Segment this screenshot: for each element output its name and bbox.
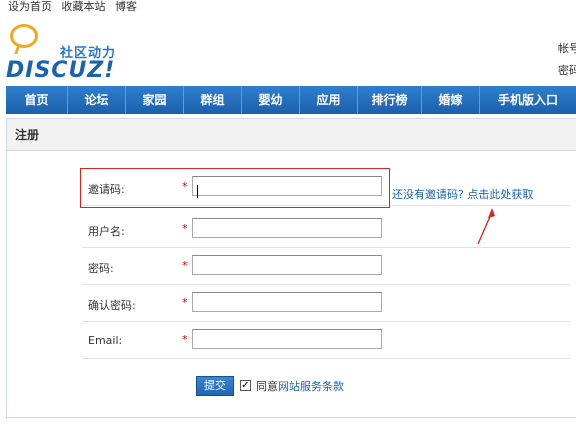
password-input[interactable] bbox=[192, 255, 382, 275]
text-caret bbox=[197, 185, 198, 198]
nav-item-forum[interactable]: 论坛 bbox=[68, 86, 126, 114]
login-labels: 帐号 密码 bbox=[558, 38, 576, 82]
nav-item-apps[interactable]: 应用 bbox=[300, 86, 358, 114]
required-mark: * bbox=[182, 296, 188, 309]
register-page: 设为首页 收藏本站 博客 社区动力 DISCUZ! 帐号 密码 首页 论坛 家园… bbox=[0, 0, 576, 437]
nav-item-home[interactable]: 首页 bbox=[6, 86, 68, 114]
logo-bubble-tail bbox=[14, 44, 26, 54]
bookmark-link[interactable]: 收藏本站 bbox=[62, 0, 106, 13]
terms-link[interactable]: 网站服务条款 bbox=[278, 380, 344, 393]
username-label: 用户名: bbox=[88, 225, 125, 238]
agree-terms-label: 同意网站服务条款 bbox=[256, 378, 344, 394]
required-mark: * bbox=[182, 259, 188, 272]
account-label: 帐号 bbox=[558, 42, 576, 55]
nav-item-mobile[interactable]: 手机版入口 bbox=[480, 86, 576, 114]
nav-item-home-space[interactable]: 家园 bbox=[126, 86, 184, 114]
required-mark: * bbox=[182, 333, 188, 346]
invite-highlight-box bbox=[80, 168, 390, 208]
agree-prefix: 同意 bbox=[256, 380, 278, 393]
red-arrow-icon bbox=[477, 208, 495, 245]
username-input[interactable] bbox=[192, 218, 382, 238]
email-label: Email: bbox=[88, 334, 123, 347]
submit-button[interactable]: 提交 bbox=[196, 376, 234, 396]
form-row-email: Email: * bbox=[82, 323, 570, 359]
email-input[interactable] bbox=[192, 329, 382, 349]
main-nav: 首页 论坛 家园 群组 婴幼 应用 排行榜 婚嫁 手机版入口 bbox=[6, 86, 576, 114]
blog-link[interactable]: 博客 bbox=[115, 0, 137, 13]
nav-item-ranking[interactable]: 排行榜 bbox=[358, 86, 422, 114]
confirm-password-label: 确认密码: bbox=[88, 299, 136, 312]
form-row-password: 密码: * bbox=[82, 249, 570, 285]
confirm-password-input[interactable] bbox=[192, 292, 382, 312]
password-label: 密码 bbox=[558, 64, 576, 77]
nav-item-wedding[interactable]: 婚嫁 bbox=[422, 86, 480, 114]
nav-item-baby[interactable]: 婴幼 bbox=[242, 86, 300, 114]
form-row-confirm-password: 确认密码: * bbox=[82, 286, 570, 322]
panel-title: 注册 bbox=[7, 119, 576, 151]
set-homepage-link[interactable]: 设为首页 bbox=[8, 0, 52, 13]
nav-item-groups[interactable]: 群组 bbox=[184, 86, 242, 114]
site-logo[interactable]: 社区动力 DISCUZ! bbox=[6, 22, 146, 83]
required-mark: * bbox=[182, 222, 188, 235]
password-field-label: 密码: bbox=[88, 262, 114, 275]
top-links: 设为首页 收藏本站 博客 bbox=[8, 0, 143, 14]
agree-terms-checkbox[interactable]: ✓ bbox=[240, 380, 251, 391]
logo-wordmark: DISCUZ! bbox=[6, 58, 116, 83]
